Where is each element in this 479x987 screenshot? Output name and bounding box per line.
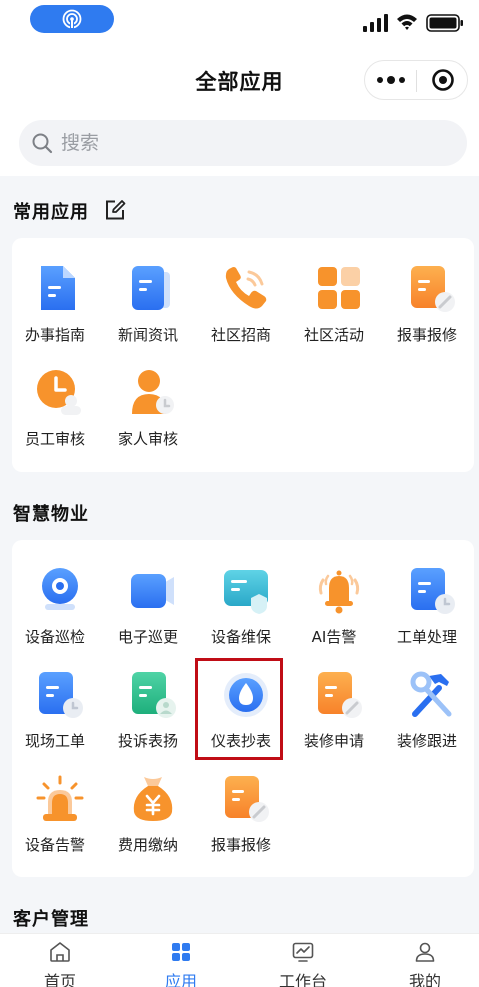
- staff-review-icon: [37, 370, 81, 415]
- app-ai-gaojing[interactable]: AI告警: [294, 566, 374, 662]
- app-baoshi-baoxiu-2[interactable]: 报事报修: [201, 774, 281, 870]
- renovation-apply-icon: [318, 672, 362, 718]
- more-dot-icon: [398, 77, 405, 83]
- app-label: 设备巡检: [24, 628, 85, 646]
- search-input[interactable]: [61, 132, 421, 154]
- tab-label: 工作台: [278, 972, 327, 987]
- family-review-icon: [132, 370, 174, 414]
- app-xianchang-gongdan[interactable]: 现场工单: [15, 670, 95, 766]
- tab-apps[interactable]: 应用: [136, 934, 226, 987]
- section-title-customer: 客户管理: [13, 909, 89, 930]
- app-shequ-huodong[interactable]: 社区活动: [294, 264, 374, 360]
- search-icon: [32, 133, 53, 154]
- work-order-icon: [411, 568, 455, 614]
- tab-label: 首页: [43, 972, 76, 987]
- app-label: 设备维保: [210, 628, 271, 646]
- app-baoshi-baoxiu[interactable]: 报事报修: [387, 264, 467, 360]
- device-inspection-icon: [42, 568, 78, 610]
- tab-label: 应用: [164, 972, 197, 987]
- app-feiyong-jiaona[interactable]: 费用缴纳: [108, 774, 188, 870]
- battery-icon: [426, 14, 463, 32]
- app-label: 社区活动: [303, 326, 364, 344]
- wifi-icon: [397, 14, 417, 30]
- highlight-box: [195, 658, 283, 760]
- mini-program-capsule: [364, 60, 468, 100]
- status-bar: [0, 0, 479, 44]
- tab-profile[interactable]: 我的: [380, 934, 470, 987]
- tab-label: 我的: [408, 972, 441, 987]
- hotspot-icon: [62, 9, 82, 29]
- more-dot-icon: [376, 77, 383, 83]
- tab-home[interactable]: 首页: [15, 934, 105, 987]
- app-label: 新闻资讯: [117, 326, 178, 344]
- app-label: 办事指南: [24, 326, 85, 344]
- news-icon: [132, 266, 170, 310]
- cellular-signal-icon: [363, 14, 388, 32]
- app-dianzi-xungeng[interactable]: 电子巡更: [108, 566, 188, 662]
- edit-icon[interactable]: [104, 199, 126, 221]
- hotspot-pill[interactable]: [30, 5, 114, 33]
- app-zhuangxiu-genjin[interactable]: 装修跟进: [387, 670, 467, 766]
- section-title-property: 智慧物业: [13, 504, 89, 525]
- home-icon: [50, 942, 70, 962]
- app-label: 投诉表扬: [117, 732, 178, 750]
- document-icon: [41, 266, 75, 310]
- grid-icon: [318, 267, 360, 309]
- onsite-order-icon: [39, 672, 83, 718]
- app-label: 报事报修: [210, 836, 271, 854]
- profile-icon: [415, 942, 435, 962]
- section-title-common: 常用应用: [13, 202, 89, 223]
- app-label: 电子巡更: [117, 628, 178, 646]
- hammer-wrench-icon: [410, 671, 452, 717]
- app-gongdan-chuli[interactable]: 工单处理: [387, 566, 467, 662]
- app-shequ-zhaoshang[interactable]: 社区招商: [201, 264, 281, 360]
- app-label: AI告警: [311, 628, 357, 646]
- app-label: 家人审核: [117, 430, 178, 448]
- target-icon: [431, 69, 454, 91]
- app-label: 工单处理: [396, 628, 457, 646]
- complaint-icon: [132, 672, 176, 718]
- app-yuangong-shenhe[interactable]: 员工审核: [15, 368, 95, 464]
- common-apps-card: 办事指南 新闻资讯 社区招商 社区活动 报事报修 员工审核 家人审核: [12, 238, 474, 472]
- device-maintenance-icon: [224, 570, 268, 614]
- app-shebei-weibao[interactable]: 设备维保: [201, 566, 281, 662]
- phone-icon: [225, 267, 267, 309]
- app-label: 报事报修: [396, 326, 457, 344]
- close-button[interactable]: [417, 61, 468, 99]
- bell-icon: [318, 570, 360, 614]
- money-bag-icon: [133, 777, 173, 821]
- app-shebei-xunjian[interactable]: 设备巡检: [15, 566, 95, 662]
- app-banshi-zhinan[interactable]: 办事指南: [15, 264, 95, 360]
- app-tousu-biaoyang[interactable]: 投诉表扬: [108, 670, 188, 766]
- app-label: 员工审核: [24, 430, 85, 448]
- app-label: 社区招商: [210, 326, 271, 344]
- search-bar[interactable]: [19, 120, 467, 166]
- app-label: 设备告警: [24, 836, 85, 854]
- header: 全部应用: [0, 44, 479, 116]
- search-area: [0, 116, 479, 176]
- app-label: 装修申请: [303, 732, 364, 750]
- repair-report-icon: [411, 266, 455, 312]
- app-jiaren-shenhe[interactable]: 家人审核: [108, 368, 188, 464]
- apps-icon: [172, 943, 190, 961]
- app-shebei-gaojing[interactable]: 设备告警: [15, 774, 95, 870]
- video-patrol-icon: [131, 574, 174, 608]
- repair-report-icon: [225, 776, 269, 822]
- alarm-light-icon: [36, 775, 84, 821]
- workbench-icon: [292, 942, 314, 962]
- app-zhuangxiu-shenqing[interactable]: 装修申请: [294, 670, 374, 766]
- app-xinwen-zixun[interactable]: 新闻资讯: [108, 264, 188, 360]
- app-label: 现场工单: [24, 732, 85, 750]
- bottom-tab-bar: 首页 应用 工作台 我的: [0, 933, 479, 987]
- more-button[interactable]: [365, 61, 416, 99]
- more-dot-icon: [386, 76, 395, 84]
- tab-workbench[interactable]: 工作台: [258, 934, 348, 987]
- app-label: 费用缴纳: [117, 836, 178, 854]
- app-label: 装修跟进: [396, 732, 457, 750]
